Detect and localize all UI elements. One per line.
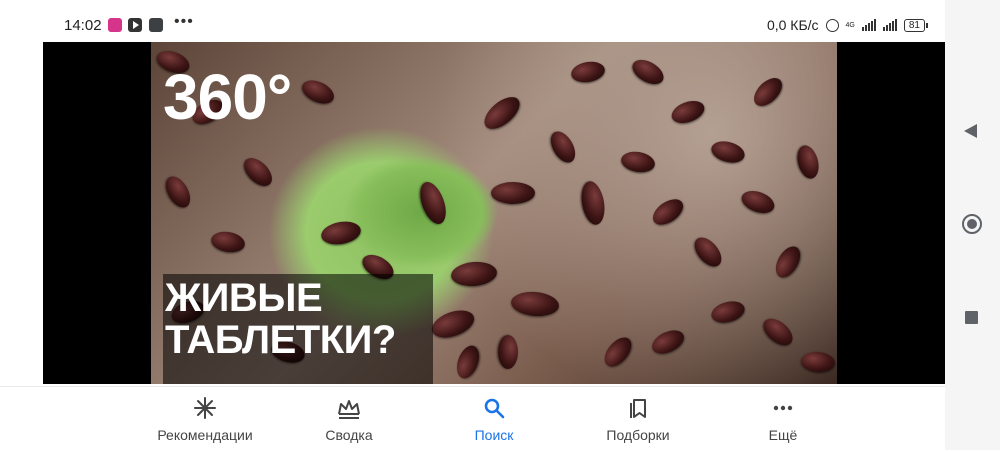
nav-recommendations[interactable]: Рекомендации bbox=[135, 395, 275, 443]
net-speed: 0,0 КБ/с bbox=[766, 17, 819, 33]
network-type: 4G bbox=[845, 21, 855, 29]
headline-line-1: ЖИВЫЕ bbox=[165, 276, 323, 320]
back-icon[interactable] bbox=[964, 124, 977, 138]
signal-icon bbox=[861, 19, 876, 31]
search-icon bbox=[424, 395, 564, 421]
nav-label: Рекомендации bbox=[157, 427, 253, 443]
nav-more[interactable]: Ещё bbox=[713, 395, 853, 443]
battery-icon: 81 bbox=[903, 18, 929, 32]
status-right: 0,0 КБ/с 4G 81 bbox=[766, 17, 929, 33]
signal-icon-2 bbox=[882, 19, 897, 31]
nav-label: Сводка bbox=[325, 427, 373, 443]
alarm-icon bbox=[825, 18, 839, 32]
video-player[interactable]: 360° ЖИВЫЕ ТАБЛЕТКИ? bbox=[43, 42, 945, 384]
home-icon[interactable] bbox=[962, 214, 982, 234]
nav-collections[interactable]: Подборки bbox=[568, 395, 708, 443]
status-time: 14:02 bbox=[64, 17, 102, 34]
shopping-bag-icon bbox=[149, 18, 163, 32]
nav-label: Поиск bbox=[474, 427, 514, 443]
nav-label: Подборки bbox=[606, 427, 670, 443]
bookmarks-icon bbox=[568, 395, 708, 421]
recents-icon[interactable] bbox=[965, 311, 978, 324]
youtube-icon bbox=[128, 18, 142, 32]
digest-icon bbox=[279, 395, 419, 421]
nav-search[interactable]: Поиск bbox=[424, 395, 564, 443]
more-notifications-icon: ••• bbox=[174, 13, 194, 30]
bottom-navigation: Рекомендации Сводка Поиск Подборки Ещё bbox=[0, 386, 945, 451]
notification-app-icon bbox=[108, 18, 122, 32]
status-bar: 14:02 ••• 0,0 КБ/с 4G 81 bbox=[0, 0, 945, 42]
sparkle-icon bbox=[135, 395, 275, 421]
nav-digest[interactable]: Сводка bbox=[279, 395, 419, 443]
system-navigation-bar bbox=[945, 0, 1000, 450]
more-icon bbox=[713, 395, 853, 421]
nav-label: Ещё bbox=[768, 427, 798, 443]
badge-360: 360° bbox=[163, 61, 292, 133]
headline-line-2: ТАБЛЕТКИ? bbox=[165, 318, 396, 362]
